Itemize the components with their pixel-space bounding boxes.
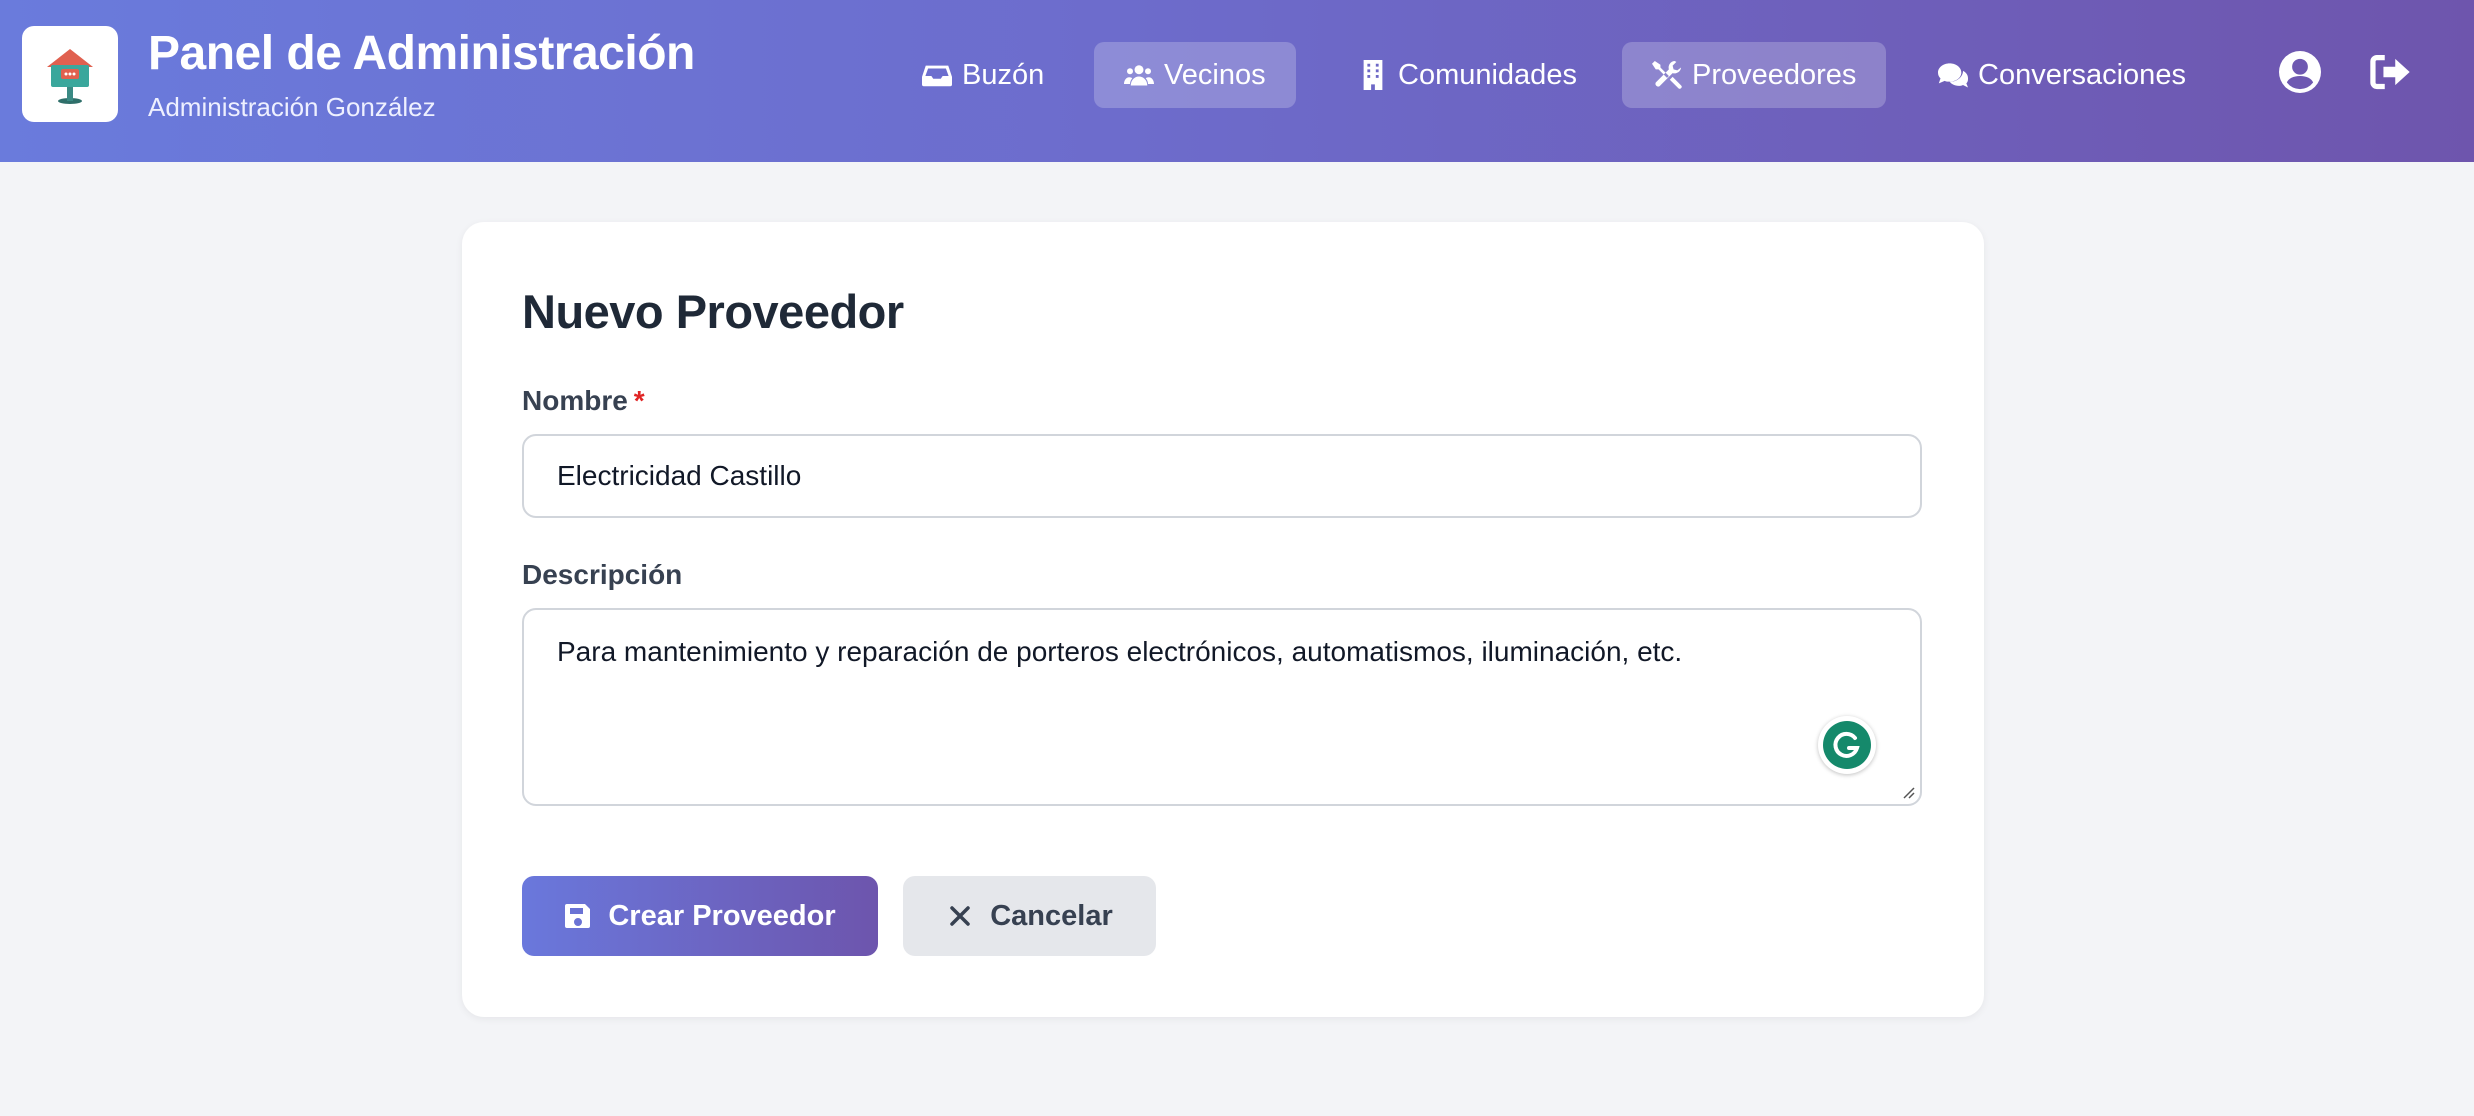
house-mailbox-icon xyxy=(47,49,93,104)
nav-vecinos[interactable]: Vecinos xyxy=(1094,42,1296,108)
create-provider-label: Crear Proveedor xyxy=(608,899,836,932)
save-icon xyxy=(565,904,591,928)
comments-icon xyxy=(1938,63,1968,88)
user-circle-icon xyxy=(2279,51,2321,93)
nav-vecinos-label: Vecinos xyxy=(1164,58,1266,91)
page-title: Nuevo Proveedor xyxy=(522,285,904,338)
description-value: Para mantenimiento y reparación de porte… xyxy=(557,636,1683,667)
grammarly-icon xyxy=(1823,721,1871,769)
resize-grip-icon[interactable] xyxy=(1900,784,1916,800)
nav-conversaciones[interactable]: Conversaciones xyxy=(1908,42,2216,108)
required-marker: * xyxy=(633,385,645,416)
name-input[interactable]: Electricidad Castillo xyxy=(522,434,1922,518)
user-profile-button[interactable] xyxy=(2278,50,2322,94)
cancel-button[interactable]: Cancelar xyxy=(903,876,1156,956)
nav-conversaciones-label: Conversaciones xyxy=(1978,58,2186,91)
top-header: Panel de Administración Administración G… xyxy=(0,0,2474,162)
nav-comunidades-label: Comunidades xyxy=(1398,58,1577,91)
users-icon xyxy=(1124,65,1154,86)
close-icon xyxy=(950,906,970,926)
app-subtitle: Administración González xyxy=(148,92,436,122)
cancel-label: Cancelar xyxy=(990,899,1113,932)
tools-icon xyxy=(1652,60,1682,89)
grammarly-button[interactable] xyxy=(1818,716,1876,774)
app-title: Panel de Administración xyxy=(148,27,695,80)
logout-button[interactable] xyxy=(2368,50,2412,94)
logo[interactable] xyxy=(22,26,118,122)
name-label: Nombre * xyxy=(522,385,645,417)
sign-out-icon xyxy=(2370,54,2410,90)
nav-proveedores[interactable]: Proveedores xyxy=(1622,42,1887,108)
name-input-value: Electricidad Castillo xyxy=(557,460,802,491)
inbox-icon xyxy=(922,65,952,87)
description-label: Descripción xyxy=(522,559,683,590)
nav-buzon[interactable]: Buzón xyxy=(892,42,1074,108)
nav-comunidades[interactable]: Comunidades xyxy=(1328,42,1607,108)
building-icon xyxy=(1363,60,1383,90)
name-label-text: Nombre xyxy=(522,385,628,416)
nav-buzon-label: Buzón xyxy=(962,58,1045,91)
description-textarea[interactable]: Para mantenimiento y reparación de porte… xyxy=(522,608,1922,806)
nav-proveedores-label: Proveedores xyxy=(1692,58,1857,91)
create-provider-button[interactable]: Crear Proveedor xyxy=(522,876,878,956)
provider-form-card: Nuevo Proveedor Nombre * Electricidad Cas… xyxy=(462,222,1984,1017)
